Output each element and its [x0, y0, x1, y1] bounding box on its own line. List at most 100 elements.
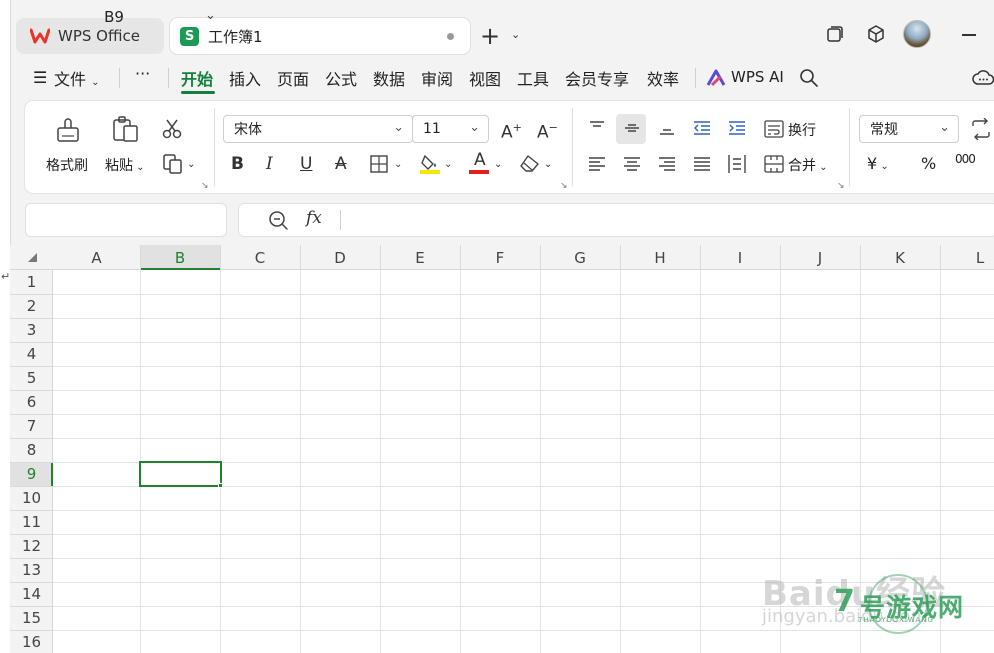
cloud-sync-icon[interactable] — [972, 68, 994, 88]
distributed-align-icon[interactable] — [727, 154, 747, 174]
tab-review[interactable]: 审阅 — [421, 66, 453, 90]
row-header-11[interactable]: 11 — [10, 510, 53, 534]
name-box-chevron-down-icon[interactable]: ⌄ — [205, 8, 216, 23]
row-header-14[interactable]: 14 — [10, 582, 53, 606]
fill-color-chevron-down-icon[interactable]: ⌄ — [444, 159, 452, 170]
alignment-dialog-launcher-icon[interactable]: ↘ — [837, 181, 845, 191]
tab-view[interactable]: 视图 — [469, 66, 501, 90]
column-header-g[interactable]: G — [540, 245, 620, 270]
column-header-k[interactable]: K — [860, 245, 940, 270]
wps-ai-button[interactable]: WPS AI — [731, 68, 784, 86]
increase-font-size-icon[interactable]: A+ — [501, 118, 522, 143]
font-name-select[interactable]: 宋体 ⌄ — [223, 115, 413, 143]
new-tab-chevron-down-icon[interactable]: ⌄ — [511, 28, 520, 41]
column-header-l[interactable]: L — [940, 245, 994, 270]
copy-icon[interactable] — [162, 153, 184, 175]
more-menu-button[interactable]: ··· — [135, 64, 150, 83]
row-header-3[interactable]: 3 — [10, 318, 53, 342]
increase-indent-icon[interactable] — [727, 120, 747, 136]
new-tab-plus-icon[interactable]: + — [480, 24, 500, 48]
clear-format-eraser-icon[interactable] — [519, 153, 541, 173]
format-painter-icon[interactable] — [54, 116, 82, 144]
column-header-h[interactable]: H — [620, 245, 700, 270]
tab-insert[interactable]: 插入 — [229, 66, 261, 90]
align-right-icon[interactable] — [658, 156, 676, 172]
bold-icon[interactable]: B — [231, 154, 244, 174]
tab-efficiency[interactable]: 效率 — [647, 66, 679, 90]
cube-icon[interactable] — [866, 24, 886, 44]
row-header-9[interactable]: 9 — [10, 462, 53, 486]
formula-input[interactable] — [238, 203, 994, 237]
font-dialog-launcher-icon[interactable]: ↘ — [560, 181, 568, 191]
format-painter-label[interactable]: 格式刷 — [46, 155, 88, 175]
hamburger-menu-icon[interactable]: ☰ — [33, 68, 47, 87]
user-avatar[interactable] — [903, 20, 931, 48]
column-header-d[interactable]: D — [300, 245, 380, 270]
row-header-8[interactable]: 8 — [10, 438, 53, 462]
clear-chevron-down-icon[interactable]: ⌄ — [544, 159, 552, 170]
tab-page[interactable]: 页面 — [277, 66, 309, 90]
borders-chevron-down-icon[interactable]: ⌄ — [394, 159, 402, 170]
row-header-4[interactable]: 4 — [10, 342, 53, 366]
cut-scissors-icon[interactable] — [161, 118, 183, 140]
align-left-icon[interactable] — [588, 156, 606, 172]
column-header-i[interactable]: I — [700, 245, 780, 270]
strikethrough-icon[interactable]: A — [335, 154, 347, 174]
minimize-icon[interactable] — [962, 34, 976, 36]
convert-icon[interactable] — [970, 118, 992, 140]
align-top-icon[interactable] — [588, 120, 606, 136]
decrease-font-size-icon[interactable]: A− — [537, 118, 558, 143]
column-header-c[interactable]: C — [220, 245, 300, 270]
clipboard-dialog-launcher-icon[interactable]: ↘ — [201, 181, 209, 191]
italic-icon[interactable]: I — [266, 154, 273, 174]
merge-cells-icon[interactable] — [764, 155, 784, 173]
column-header-j[interactable]: J — [780, 245, 860, 270]
tab-workbook[interactable]: S 工作簿1 — [170, 18, 470, 54]
row-header-1[interactable]: 1 — [10, 270, 53, 294]
tab-formula[interactable]: 公式 — [325, 66, 357, 90]
fill-color-icon[interactable] — [420, 152, 440, 174]
insert-function-button[interactable]: fx — [306, 208, 322, 228]
row-header-5[interactable]: 5 — [10, 366, 53, 390]
borders-icon[interactable] — [370, 155, 388, 173]
window-restore-icon[interactable] — [825, 24, 845, 44]
name-box[interactable] — [25, 203, 227, 237]
column-header-f[interactable]: F — [460, 245, 540, 270]
font-color-chevron-down-icon[interactable]: ⌄ — [494, 159, 502, 170]
decrease-indent-icon[interactable] — [692, 120, 712, 136]
search-icon[interactable] — [799, 68, 819, 88]
align-center-icon[interactable] — [623, 156, 641, 172]
underline-icon[interactable]: U — [300, 154, 312, 174]
fill-handle[interactable] — [218, 483, 223, 488]
number-format-select[interactable]: 常规 ⌄ — [859, 115, 959, 143]
unsaved-dot-icon[interactable] — [447, 33, 454, 40]
zoom-search-icon[interactable] — [267, 209, 289, 231]
row-header-10[interactable]: 10 — [10, 486, 53, 510]
justify-icon[interactable] — [693, 156, 711, 172]
row-header-7[interactable]: 7 — [10, 414, 53, 438]
font-size-select[interactable]: 11 ⌄ — [412, 115, 489, 143]
row-header-13[interactable]: 13 — [10, 558, 53, 582]
row-header-16[interactable]: 16 — [10, 630, 53, 653]
tab-data[interactable]: 数据 — [373, 66, 405, 90]
thousands-separator-button[interactable]: 000 — [955, 152, 976, 166]
align-bottom-icon[interactable] — [658, 120, 676, 136]
copy-chevron-down-icon[interactable]: ⌄ — [187, 159, 195, 170]
row-header-15[interactable]: 15 — [10, 606, 53, 630]
align-middle-icon[interactable] — [623, 120, 641, 136]
wrap-text-icon[interactable] — [764, 120, 784, 138]
row-header-12[interactable]: 12 — [10, 534, 53, 558]
column-header-e[interactable]: E — [380, 245, 460, 270]
menu-file[interactable]: 文件 ⌄ — [54, 66, 100, 90]
row-header-2[interactable]: 2 — [10, 294, 53, 318]
paste-label[interactable]: 粘贴 ⌄ — [105, 155, 145, 175]
merge-cells-label[interactable]: 合并 ⌄ — [788, 155, 828, 175]
font-color-icon[interactable]: A — [474, 150, 486, 170]
tab-home[interactable]: 开始 — [181, 66, 213, 90]
paste-icon[interactable] — [111, 114, 141, 144]
row-header-6[interactable]: 6 — [10, 390, 53, 414]
wrap-text-label[interactable]: 换行 — [788, 120, 816, 140]
tab-tools[interactable]: 工具 — [517, 66, 549, 90]
column-header-a[interactable]: A — [53, 245, 140, 270]
currency-format-button[interactable]: ¥ ⌄ — [867, 154, 889, 173]
